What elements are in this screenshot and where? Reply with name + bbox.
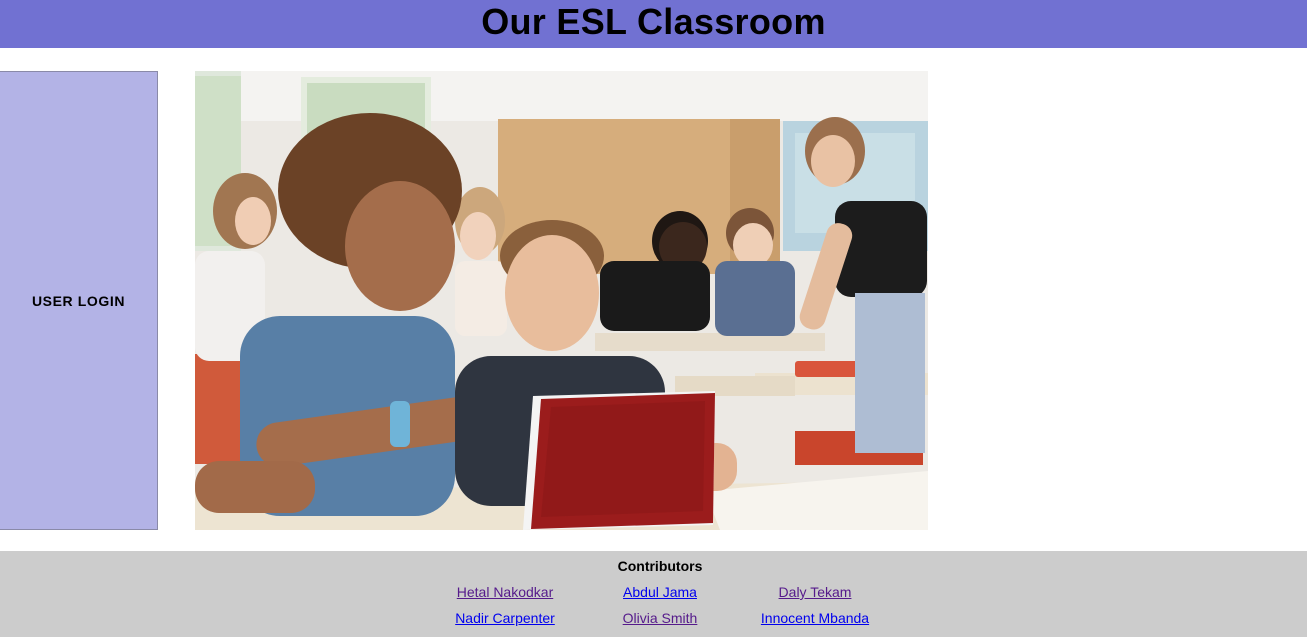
sidebar: USER LOGIN bbox=[0, 71, 158, 530]
contributor-link-daly-tekam[interactable]: Daly Tekam bbox=[779, 584, 852, 600]
contributor-link-innocent-mbanda[interactable]: Innocent Mbanda bbox=[761, 610, 869, 626]
page-header: Our ESL Classroom bbox=[0, 0, 1307, 48]
footer: Contributors Hetal Nakodkar Abdul Jama D… bbox=[0, 551, 1307, 637]
contributor-link-hetal-nakodkar[interactable]: Hetal Nakodkar bbox=[457, 584, 554, 600]
user-login-link[interactable]: USER LOGIN bbox=[32, 293, 125, 309]
contributor-link-abdul-jama[interactable]: Abdul Jama bbox=[623, 584, 697, 600]
page-title: Our ESL Classroom bbox=[481, 1, 826, 42]
contributor-link-nadir-carpenter[interactable]: Nadir Carpenter bbox=[455, 610, 555, 626]
contributors-title: Contributors bbox=[617, 558, 703, 574]
classroom-photo bbox=[195, 71, 928, 530]
contributor-link-olivia-smith[interactable]: Olivia Smith bbox=[623, 610, 698, 626]
